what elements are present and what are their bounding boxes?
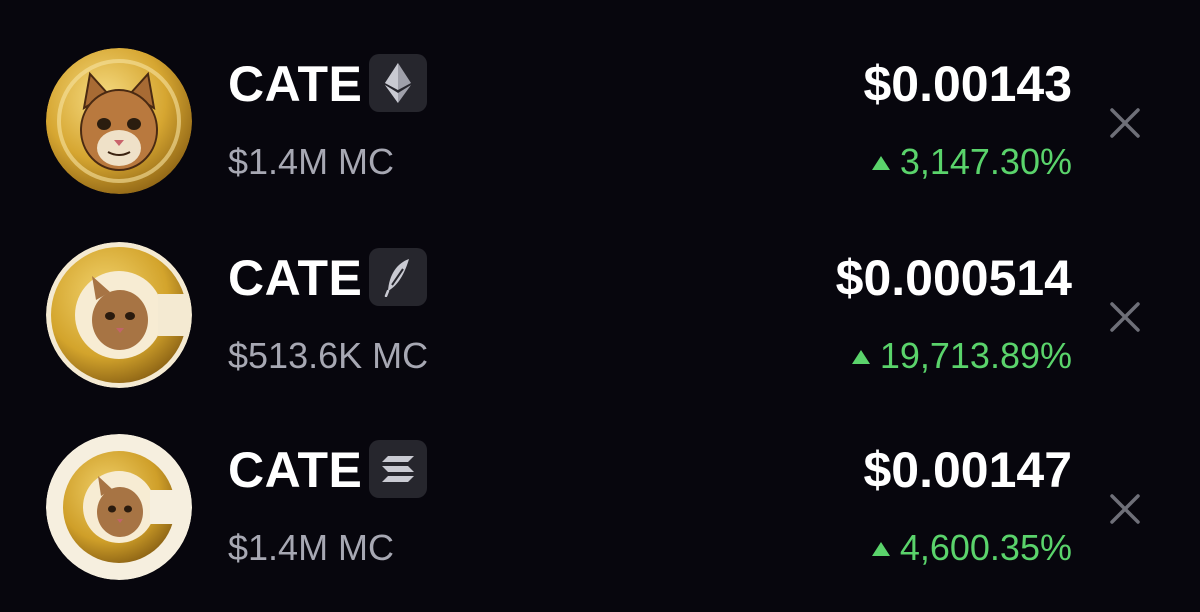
token-price: $0.000514 [835,250,1072,306]
feather-chain-icon [369,248,427,306]
token-name: CATE [228,56,363,112]
token-price: $0.00147 [863,442,1072,498]
price-change: 3,147.30% [871,140,1072,184]
price-change-value: 4,600.35% [899,527,1072,568]
token-price: $0.00143 [863,56,1072,112]
ethereum-icon [369,54,427,112]
close-icon[interactable] [1108,492,1142,526]
price-change: 4,600.35% [871,526,1072,570]
market-cap: $1.4M MC [228,527,395,568]
price-change: 19,713.89% [851,334,1072,378]
up-arrow-icon [871,156,890,170]
token-row[interactable]: CATE $513.6K MC $0.000514 19,713.89% [0,230,1200,400]
token-name: CATE [228,442,363,498]
up-arrow-icon [851,350,870,364]
token-row[interactable]: CATE $1.4M MC $0.00147 4,600.35% [0,422,1200,592]
close-icon[interactable] [1108,300,1142,334]
token-logo [46,48,192,194]
market-cap: $513.6K MC [228,335,429,376]
price-change-value: 19,713.89% [879,335,1072,376]
token-logo [46,242,192,388]
up-arrow-icon [871,542,890,556]
token-watchlist: CATE $1.4M MC $0.00143 3,147.30% CATE $5… [0,0,1200,612]
close-icon[interactable] [1108,106,1142,140]
token-logo [46,434,192,580]
token-name: CATE [228,250,363,306]
price-change-value: 3,147.30% [899,141,1072,182]
token-row[interactable]: CATE $1.4M MC $0.00143 3,147.30% [0,36,1200,206]
solana-icon [369,440,427,498]
market-cap: $1.4M MC [228,141,395,182]
